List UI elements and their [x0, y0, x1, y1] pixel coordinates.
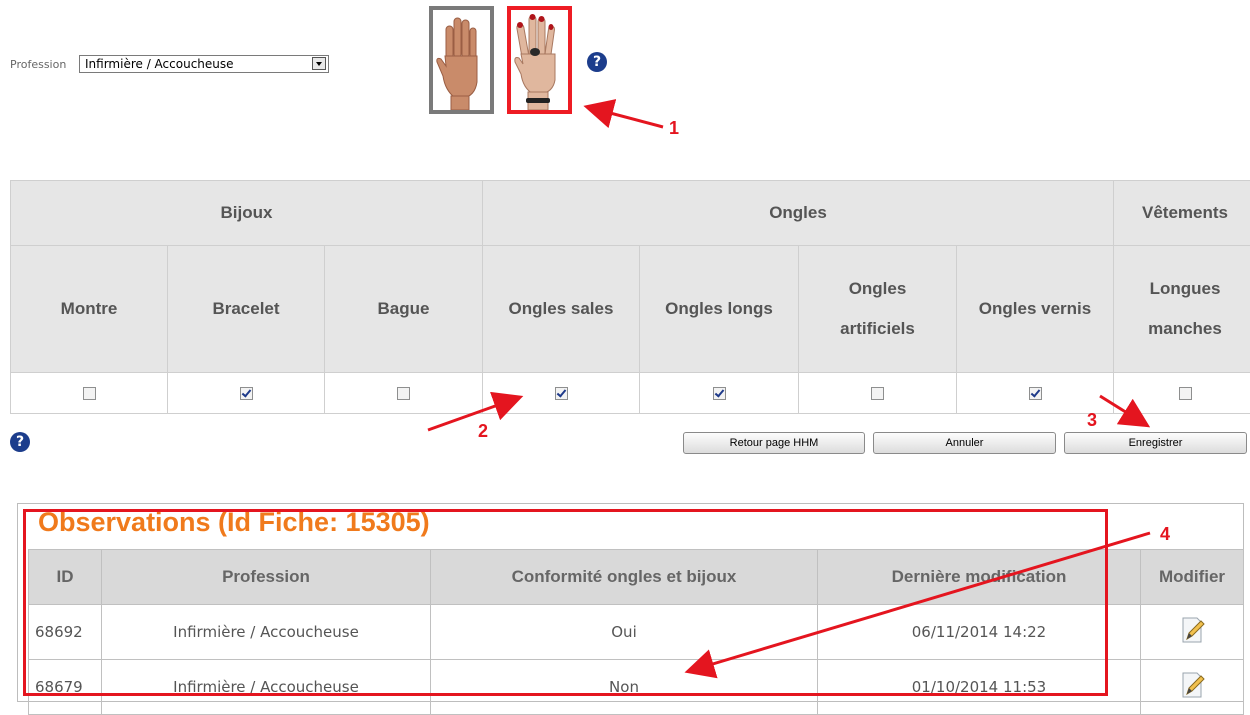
annotation-step-3: 3: [1087, 410, 1097, 431]
annotation-arrow-2: [428, 400, 512, 430]
annotation-step-4: 4: [1160, 524, 1170, 545]
annotation-step-2: 2: [478, 421, 488, 442]
annotation-arrows: [0, 0, 1250, 702]
annotation-arrow-3: [1100, 396, 1140, 421]
annotation-arrow-4: [696, 533, 1150, 669]
annotation-arrow-1: [595, 109, 663, 127]
annotation-step-1: 1: [669, 118, 679, 139]
